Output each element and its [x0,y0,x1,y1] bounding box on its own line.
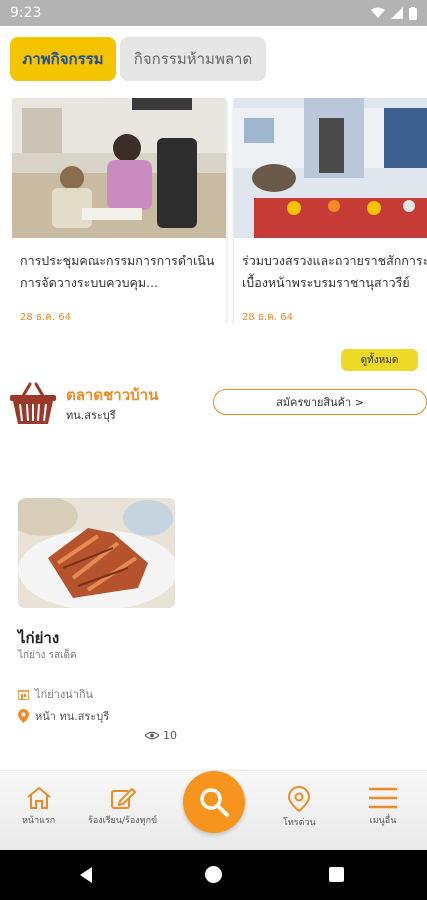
register-seller-button[interactable]: สมัครขายสินค้า > [213,389,427,415]
product-subtitle: ไก่ย่าง รสเด็ด [18,650,77,661]
news-carousel[interactable]: การประชุมคณะกรรมการการดำเนินการจัดวางระบ… [12,98,427,323]
product-name[interactable]: ไก่ย่าง [18,626,59,650]
news-card-title: การประชุมคณะกรรมการการดำเนินการจัดวางระบ… [20,253,215,290]
location-pin-icon [288,786,311,812]
status-icons [371,6,417,20]
battery-icon [409,6,417,20]
hamburger-menu-icon [369,787,397,809]
market-title: ตลาดชาวบ้าน [66,386,159,404]
product-location-text: หน้า ทน.สระบุรี [35,710,110,723]
eye-icon [145,731,159,740]
product-views-count: 10 [163,729,177,742]
edit-icon [110,787,136,809]
nav-complaint-label: ร้องเรียน/ร้องทุกข์ [88,816,158,826]
product-location: หน้า ทน.สระบุรี [18,707,109,725]
news-card[interactable]: การประชุมคณะกรรมการการดำเนินการจัดวางระบ… [12,98,226,323]
meeting-photo [12,98,226,238]
news-card-date: 28 ธ.ค. 64 [242,312,293,323]
status-bar: 9:23 [0,0,427,26]
ceremony-photo [234,98,427,238]
search-icon [200,788,229,817]
shop-icon [18,689,29,700]
home-icon [26,786,51,809]
activity-tabs: ภาพกิจกรรม กิจกรรมห้ามพลาด [10,37,266,81]
search-button[interactable] [183,771,245,833]
basket-icon [10,382,56,424]
tab-must-see-activities[interactable]: กิจกรรมห้ามพลาด [120,37,266,81]
grilled-chicken-photo[interactable] [18,498,175,608]
news-card-title: ร่วมบวงสรวงและถวายราชสักการะ เบื้องหน้าพ… [242,253,427,290]
android-navigation-bar [0,850,427,900]
status-time: 9:23 [10,5,42,21]
home-circle-icon[interactable] [205,866,222,883]
news-card-date: 28 ธ.ค. 64 [20,312,71,323]
product-shop: ไก่ย่างน่ากิน [18,685,93,703]
see-all-button[interactable]: ดูทั้งหมด [341,349,418,371]
news-card[interactable]: ร่วมบวงสรวงและถวายราชสักการะ เบื้องหน้าพ… [234,98,427,323]
back-icon[interactable] [80,867,92,883]
bottom-navigation: หน้าแรก ร้องเรียน/ร้องทุกข์ โทรด่วน เมนู… [0,770,427,850]
tab-activity-photos[interactable]: ภาพกิจกรรม [10,37,116,81]
nav-more-menu[interactable]: เมนูอื่น [368,786,398,827]
product-shop-name: ไก่ย่างน่ากิน [35,688,94,701]
nav-hotline-label: โทรด่วน [283,818,316,828]
nav-home[interactable]: หน้าแรก [22,786,55,827]
signal-icon [391,7,403,19]
location-pin-icon [18,709,29,723]
nav-home-label: หน้าแรก [22,816,56,826]
nav-more-label: เมนูอื่น [369,816,397,826]
product-views: 10 [145,729,177,742]
market-subtitle: ทน.สระบุรี [66,409,116,422]
wifi-icon [371,7,385,18]
nav-complaint[interactable]: ร้องเรียน/ร้องทุกข์ [88,786,157,827]
nav-hotline[interactable]: โทรด่วน [283,786,316,829]
recent-apps-icon[interactable] [329,867,344,882]
